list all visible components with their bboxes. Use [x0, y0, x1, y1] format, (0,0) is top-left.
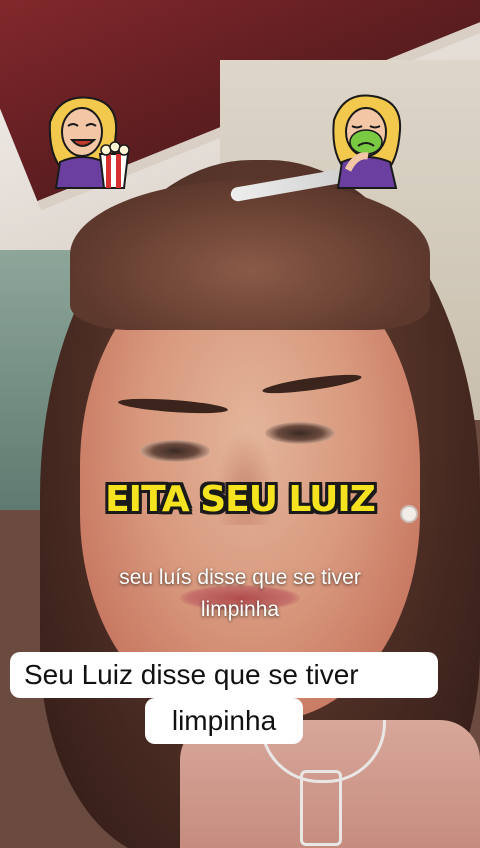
popcorn-woman-sticker-icon	[30, 92, 140, 192]
sick-woman-sticker-icon	[312, 90, 422, 190]
subtitle-caption: seu luís disse que se tiver limpinha	[40, 562, 440, 626]
subtitle-line-2: limpinha	[200, 598, 280, 621]
boxed-caption-line-1: Seu Luiz disse que se tiver	[10, 652, 438, 698]
subtitle-line-1: seu luís disse que se tiver	[119, 566, 361, 589]
necklace-pendant	[300, 770, 342, 846]
right-eye	[265, 422, 335, 444]
person-bangs	[70, 180, 430, 330]
left-eye	[140, 440, 210, 462]
boxed-caption-line-2: limpinha	[145, 698, 303, 744]
title-caption: EITA SEU LUIZ	[105, 479, 376, 520]
